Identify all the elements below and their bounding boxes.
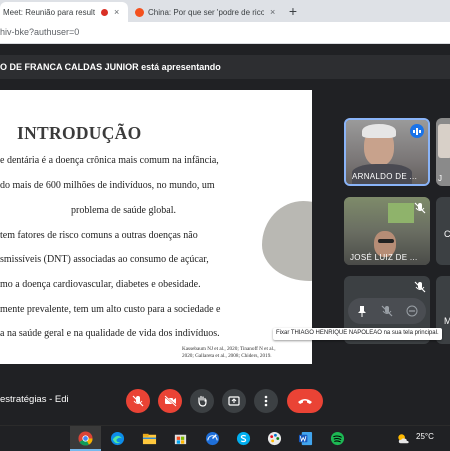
participant-name: C — [444, 229, 450, 239]
remove-icon[interactable] — [406, 305, 418, 317]
pin-icon[interactable] — [356, 305, 368, 317]
paint-app-icon[interactable] — [267, 431, 282, 446]
participant-tile-partial[interactable]: J — [436, 118, 450, 186]
mic-off-icon — [414, 202, 426, 214]
file-explorer-icon[interactable] — [142, 431, 157, 446]
participant-tile-arnaldo[interactable]: ARNALDO DE ... — [344, 118, 430, 186]
word-icon[interactable] — [298, 431, 313, 446]
skype-icon[interactable] — [236, 431, 251, 446]
more-vert-icon — [264, 395, 268, 407]
participant-tile-partial[interactable]: C — [436, 197, 450, 265]
present-icon — [228, 396, 240, 406]
slide-line: e dentária é a doença crônica mais comum… — [0, 155, 219, 166]
tile-controls — [348, 298, 426, 324]
speaking-indicator-icon — [410, 124, 424, 138]
mic-off-icon — [414, 281, 426, 293]
slide-line: smissíveis (DNT) associadas ao consumo d… — [0, 254, 209, 265]
pin-tooltip: Fixar THIAGO HENRIQUE NAPOLEAO na sua te… — [273, 328, 442, 340]
slide-line: mente prevalente, tem um alto custo para… — [0, 304, 221, 315]
spotify-icon[interactable] — [330, 431, 345, 446]
presenting-text: O DE FRANCA CALDAS JUNIOR está apresenta… — [0, 62, 221, 72]
slide-citation: 2020; Gallaretа et al., 2008; Chiders, 2… — [182, 353, 272, 359]
store-icon[interactable] — [173, 431, 188, 446]
address-bar[interactable]: hiv-bke?authuser=0 — [0, 22, 450, 44]
browser-tab-bar: Meet: Reunião para resultad × China: Por… — [0, 0, 450, 22]
more-options-button[interactable] — [254, 389, 278, 413]
mic-off-icon — [132, 395, 144, 407]
new-tab-button[interactable]: + — [286, 3, 300, 19]
slide-citation: Kassebaum NJ et al., 2020; Tinanoff N et… — [182, 346, 276, 352]
end-call-button[interactable] — [287, 389, 323, 413]
camera-toggle-button[interactable] — [158, 389, 182, 413]
participant-video — [438, 124, 450, 158]
presenting-banner: O DE FRANCA CALDAS JUNIOR está apresenta… — [0, 55, 450, 79]
hang-up-icon — [298, 399, 312, 404]
meeting-title: estratégias - Edi — [0, 394, 69, 405]
shared-slide: INTRODUÇÃO e dentária é a doença crônica… — [0, 90, 312, 364]
present-screen-button[interactable] — [222, 389, 246, 413]
windows-taskbar — [0, 425, 450, 451]
weather-icon[interactable] — [396, 431, 411, 446]
mic-off-icon[interactable] — [381, 305, 393, 317]
slide-line: tem fatores de risco comuns a outras doe… — [0, 230, 198, 241]
chrome-icon[interactable] — [78, 431, 93, 446]
tab-china[interactable]: China: Por que ser 'podre de rico × — [132, 2, 282, 22]
slide-title: INTRODUÇÃO — [17, 123, 142, 143]
decorative-blob — [262, 201, 312, 281]
tab-china-label: China: Por que ser 'podre de rico — [148, 7, 264, 17]
edge-icon[interactable] — [110, 431, 125, 446]
close-tab-icon[interactable]: × — [270, 7, 275, 17]
hand-icon — [198, 395, 207, 407]
participant-name: J — [438, 174, 443, 183]
participant-name: JOSÉ LUIZ DE ... — [350, 253, 418, 262]
background-plant — [388, 203, 414, 223]
participant-name: ARNALDO DE ... — [352, 172, 418, 181]
address-url: hiv-bke?authuser=0 — [0, 27, 80, 37]
participant-name: M — [444, 316, 450, 326]
slide-line: do mais de 600 milhões de indivíduos, no… — [0, 180, 215, 191]
recording-icon — [101, 8, 108, 16]
tab-meet[interactable]: Meet: Reunião para resultad × — [0, 2, 128, 22]
slide-line: problema de saúde global. — [71, 205, 176, 216]
tab-meet-label: Meet: Reunião para resultad — [3, 7, 95, 17]
mic-toggle-button[interactable] — [126, 389, 150, 413]
close-tab-icon[interactable]: × — [114, 7, 119, 17]
participant-glasses — [378, 239, 394, 243]
speedometer-app-icon[interactable] — [205, 431, 220, 446]
participant-hair — [362, 124, 396, 138]
raise-hand-button[interactable] — [190, 389, 214, 413]
participant-tile-jose[interactable]: JOSÉ LUIZ DE ... — [344, 197, 430, 265]
camera-off-icon — [163, 395, 177, 407]
slide-line: a na saúde geral e na qualidade de vida … — [0, 328, 220, 339]
temperature-text: 25°C — [416, 432, 434, 441]
slide-line: mo a doença cardiovascular, diabetes e o… — [0, 279, 201, 290]
favicon-icon — [135, 7, 144, 17]
